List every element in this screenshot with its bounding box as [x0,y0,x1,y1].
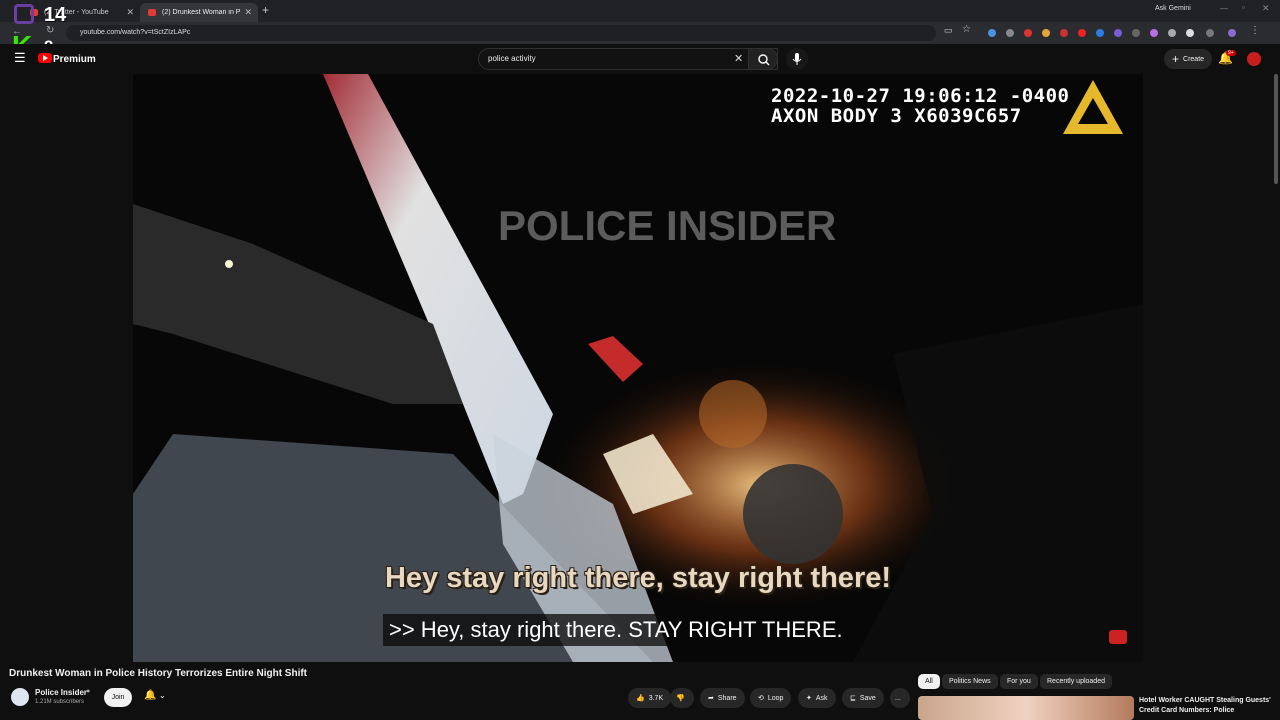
closed-caption-text: >> Hey, stay right there. STAY RIGHT THE… [383,614,849,646]
bell-icon: 🔔 [144,690,157,701]
notification-bell-button[interactable]: 🔔 ⌄ [140,688,172,707]
verified-badge-icon: ● [86,688,91,695]
overlay-counter-top: 14 [44,4,67,26]
account-avatar[interactable] [1247,52,1261,66]
extension-icon[interactable] [1006,29,1014,37]
chip-for-you[interactable]: For you [1000,674,1038,689]
extension-icon[interactable] [1024,29,1032,37]
loop-icon: ⟲ [758,695,764,702]
thumbs-up-icon: 👍 [636,695,645,702]
video-player[interactable]: POLICE INSIDER 2022-10-27 19:06:12 -0400… [133,74,1143,662]
plus-icon: + [1172,52,1180,66]
extension-icon[interactable] [988,29,996,37]
save-button[interactable]: ⊑ Save [842,688,884,708]
overlay-logo-icon [14,4,34,24]
extension-icon[interactable] [1114,29,1122,37]
channel-name[interactable]: Police Insider [35,688,87,697]
channel-avatar[interactable] [11,688,29,706]
channel-watermark: POLICE INSIDER [498,202,837,249]
browser-tab-bar: (2) Twitter - YouTube ✕ (2) Drunkest Wom… [0,0,1280,22]
extension-icon[interactable] [1078,29,1086,37]
bookmark-icon: ⊑ [850,695,856,702]
chip-politics-news[interactable]: Politics News [942,674,998,689]
join-button[interactable]: Join [104,688,132,707]
subscriber-count: 1.21M subscribers [35,699,85,705]
clear-search-icon[interactable]: ✕ [734,52,743,65]
thumbs-down-icon: 👎 [676,695,685,702]
like-button[interactable]: 👍 3.7K [628,688,672,708]
extension-icon[interactable] [1096,29,1104,37]
extension-icon[interactable] [1042,29,1050,37]
microphone-icon [792,53,802,65]
extensions-puzzle-icon[interactable] [1206,29,1214,37]
search-button[interactable] [748,48,778,70]
search-icon [758,54,770,66]
profile-avatar[interactable] [1228,29,1236,37]
chevron-down-icon: ⌄ [159,691,166,700]
extension-icon[interactable] [1186,29,1194,37]
page-scrollbar[interactable] [1274,74,1278,184]
recommended-video-thumbnail[interactable] [918,696,1134,720]
youtube-subscribe-watermark-icon[interactable] [1109,630,1127,644]
share-button[interactable]: ➦ Share [700,688,745,708]
bookmark-star-icon[interactable]: ☆ [962,24,971,35]
search-input[interactable]: police activity [478,48,778,70]
tab-drunkest-woman[interactable]: (2) Drunkest Woman in Poli... ✕ [140,3,258,22]
create-button[interactable]: + Create [1164,49,1213,69]
youtube-logo-icon[interactable] [38,53,52,63]
new-tab-button[interactable]: + [262,3,269,17]
extension-icon[interactable] [1132,29,1140,37]
ask-gemini-button[interactable]: Ask Gemini [1155,5,1191,12]
maximize-icon[interactable]: ▫ [1242,3,1245,12]
voice-search-button[interactable] [786,48,808,70]
tab-twitter[interactable]: (2) Twitter - YouTube ✕ [22,3,140,22]
ask-button[interactable]: ✦ Ask [798,688,836,708]
cast-icon[interactable]: ▭ [944,25,953,36]
close-tab-icon[interactable]: ✕ [126,7,134,18]
extension-icon[interactable] [1150,29,1158,37]
url-field[interactable]: youtube.com/watch?v=tSctZIzLAPc [66,25,936,41]
notification-count-badge: 9+ [1226,50,1236,56]
loop-button[interactable]: ⟲ Loop [750,688,792,708]
youtube-premium-label[interactable]: Premium [53,54,96,65]
hamburger-menu-icon[interactable]: ☰ [14,50,26,66]
youtube-header: ☰ Premium police activity ✕ + Create 🔔 9… [0,44,1280,74]
more-actions-button[interactable]: ... [890,688,910,708]
share-icon: ➦ [708,695,714,702]
close-tab-icon[interactable]: ✕ [244,7,252,18]
minimize-icon[interactable]: — [1220,4,1228,13]
chip-recently-uploaded[interactable]: Recently uploaded [1040,674,1112,689]
sparkle-icon: ✦ [806,695,812,702]
recommended-video-title[interactable]: Hotel Worker CAUGHT Stealing Guests' Cre… [1139,696,1273,716]
address-bar: ← ↻ youtube.com/watch?v=tSctZIzLAPc ▭ ☆ … [0,22,1280,44]
video-title: Drunkest Woman in Police History Terrori… [9,668,308,679]
bodycam-timestamp: 2022-10-27 19:06:12 -0400 AXON BODY 3 X6… [771,85,1070,127]
extension-icon[interactable] [1060,29,1068,37]
youtube-favicon-icon [148,9,156,16]
burned-in-caption: Hey stay right there, stay right there! [384,562,892,594]
extension-icon[interactable] [1168,29,1176,37]
chip-all[interactable]: All [918,674,940,689]
more-dots-icon: ... [895,694,901,702]
browser-menu-icon[interactable]: ⋮ [1250,25,1260,36]
close-window-icon[interactable]: ✕ [1262,3,1270,14]
dislike-button[interactable]: 👎 [670,688,694,708]
